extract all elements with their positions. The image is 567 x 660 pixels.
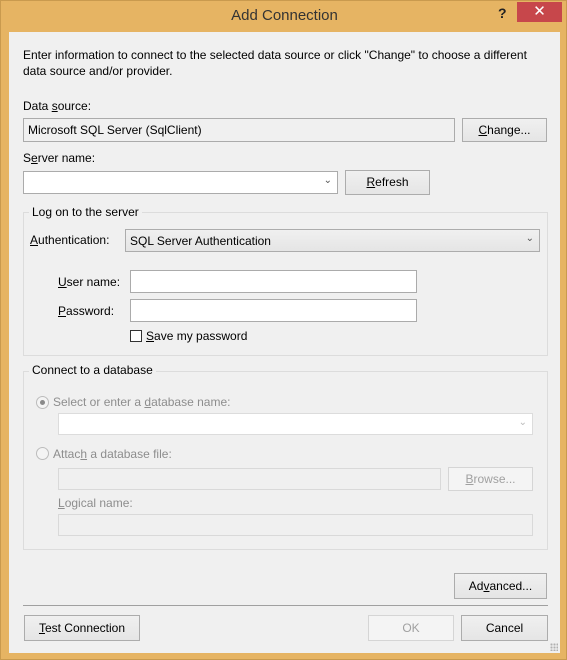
save-password-label[interactable]: Save my password	[146, 329, 247, 343]
data-source-field: Microsoft SQL Server (SqlClient)	[23, 118, 455, 142]
database-group-title: Connect to a database	[29, 363, 156, 377]
authentication-combo[interactable]: SQL Server Authentication ⌄	[125, 229, 540, 252]
password-label: Password:	[58, 304, 115, 318]
radio-selected-dot	[40, 400, 45, 405]
username-label: User name:	[58, 275, 121, 289]
server-name-label: Server name:	[23, 151, 96, 165]
select-database-label[interactable]: Select or enter a database name:	[53, 395, 230, 409]
data-source-label: Data source:	[23, 99, 92, 113]
advanced-button[interactable]: Advanced...	[454, 573, 547, 599]
select-database-radio[interactable]	[36, 396, 49, 409]
attach-file-radio[interactable]	[36, 447, 49, 460]
logical-name-label: Logical name:	[58, 496, 133, 510]
resize-grip-icon[interactable]	[550, 643, 558, 651]
attach-file-label[interactable]: Attach a database file:	[53, 447, 172, 461]
window-title: Add Connection	[231, 7, 338, 24]
chevron-down-icon[interactable]: ⌄	[324, 175, 332, 186]
authentication-label: Authentication:	[30, 233, 110, 247]
data-source-value: Microsoft SQL Server (SqlClient)	[28, 123, 202, 137]
change-button[interactable]: Change...	[462, 118, 547, 142]
database-name-combo[interactable]: ⌄	[58, 413, 533, 435]
save-password-checkbox[interactable]	[130, 330, 142, 342]
intro-text: Enter information to connect to the sele…	[23, 48, 527, 78]
refresh-button[interactable]: Refresh	[345, 170, 430, 195]
server-name-combo[interactable]: ⌄	[23, 171, 338, 194]
username-input[interactable]	[130, 270, 417, 293]
database-file-input[interactable]	[58, 468, 441, 490]
close-icon: ✕	[533, 3, 546, 20]
dialog-body: Enter information to connect to the sele…	[9, 32, 560, 653]
chevron-down-icon[interactable]: ⌄	[526, 233, 534, 244]
chevron-down-icon[interactable]: ⌄	[519, 417, 527, 428]
browse-button[interactable]: Browse...	[448, 467, 533, 491]
authentication-value: SQL Server Authentication	[130, 234, 271, 248]
logon-group-title: Log on to the server	[29, 205, 142, 219]
cancel-button[interactable]: Cancel	[461, 615, 548, 641]
footer-separator	[23, 605, 548, 606]
password-input[interactable]	[130, 299, 417, 322]
help-icon[interactable]: ?	[498, 5, 507, 21]
add-connection-dialog: Add Connection ? ✕ Enter information to …	[0, 0, 567, 660]
ok-button[interactable]: OK	[368, 615, 454, 641]
logical-name-input[interactable]	[58, 514, 533, 536]
test-connection-button[interactable]: Test Connection	[24, 615, 140, 641]
close-button[interactable]: ✕	[517, 2, 562, 22]
